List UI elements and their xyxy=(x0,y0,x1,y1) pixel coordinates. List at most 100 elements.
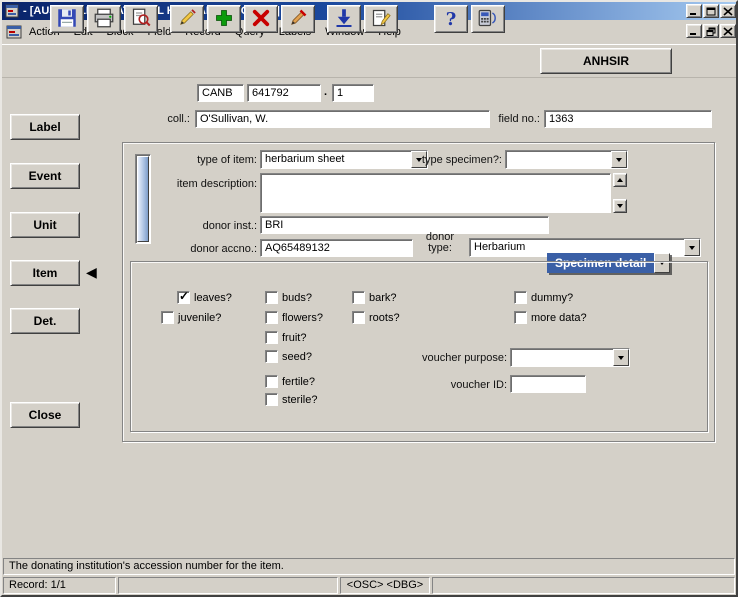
checkbox-label: dummy? xyxy=(531,292,573,304)
help-button[interactable]: ? xyxy=(434,5,468,33)
checkbox-box[interactable] xyxy=(161,311,174,324)
checkbox-bark[interactable]: bark? xyxy=(352,291,397,304)
status-hint: The donating institution's accession num… xyxy=(3,558,735,575)
collector-field[interactable] xyxy=(195,110,490,128)
current-block-arrow-icon: ◀ xyxy=(86,264,97,281)
print-preview-icon xyxy=(131,8,151,31)
checkbox-label: more data? xyxy=(531,312,587,324)
checkbox-box[interactable] xyxy=(265,393,278,406)
type-specimen-combo[interactable] xyxy=(505,150,628,169)
pencil-eraser-icon xyxy=(288,8,308,31)
checkbox-box[interactable] xyxy=(265,311,278,324)
checkbox-box[interactable] xyxy=(265,291,278,304)
donor-type-label-line2: type: xyxy=(415,243,465,254)
label-button[interactable]: Label xyxy=(10,114,80,140)
checkbox-label: flowers? xyxy=(282,312,323,324)
dropdown-arrow-icon[interactable] xyxy=(684,239,700,256)
insert-record-button[interactable] xyxy=(207,5,241,33)
app-window: - [AUSTRALIAN NATIONAL HERBARIUM (CANB)]… xyxy=(0,0,738,597)
item-description-label: item description: xyxy=(122,178,257,190)
scroll-up-button[interactable] xyxy=(613,173,627,187)
checkbox-label: fertile? xyxy=(282,376,315,388)
checkbox-buds[interactable]: buds? xyxy=(265,291,312,304)
checkbox-label: buds? xyxy=(282,292,312,304)
field-no-field[interactable] xyxy=(544,110,712,128)
donor-type-label: donor type: xyxy=(415,232,465,254)
close-form-button[interactable]: Close xyxy=(10,402,80,428)
down-arrow-icon xyxy=(334,8,354,31)
anhsir-button[interactable]: ANHSIR xyxy=(540,48,672,74)
checkbox-box[interactable] xyxy=(352,291,365,304)
checkbox-seed[interactable]: seed? xyxy=(265,350,312,363)
child-minimize-button[interactable] xyxy=(686,24,702,38)
checkbox-label: leaves? xyxy=(194,292,232,304)
print-preview-button[interactable] xyxy=(124,5,158,33)
checkbox-dummy[interactable]: dummy? xyxy=(514,291,573,304)
checkbox-fruit[interactable]: fruit? xyxy=(265,331,306,344)
cancel-query-button[interactable] xyxy=(281,5,315,33)
event-button[interactable]: Event xyxy=(10,163,80,189)
minimize-button[interactable] xyxy=(686,4,702,18)
app-icon xyxy=(5,4,19,18)
checkbox-fertile[interactable]: fertile? xyxy=(265,375,315,388)
down-arrow-icon xyxy=(617,204,623,208)
edit-button[interactable] xyxy=(364,5,398,33)
checkbox-box[interactable] xyxy=(352,311,365,324)
red-x-icon xyxy=(251,8,271,31)
checkbox-box[interactable] xyxy=(265,331,278,344)
voucher-purpose-label: voucher purpose: xyxy=(362,352,507,364)
scroll-down-button[interactable] xyxy=(613,199,627,213)
enter-query-button[interactable] xyxy=(170,5,204,33)
show-keys-button[interactable] xyxy=(471,5,505,33)
child-close-button[interactable] xyxy=(720,24,736,38)
checkbox-sterile[interactable]: sterile? xyxy=(265,393,317,406)
keypad-icon xyxy=(478,8,498,31)
checkbox-box[interactable] xyxy=(514,291,527,304)
item-description-field[interactable] xyxy=(260,173,611,213)
save-button[interactable] xyxy=(50,5,84,33)
close-button[interactable] xyxy=(720,4,736,18)
accession-number-field[interactable] xyxy=(247,84,321,102)
item-button[interactable]: Item xyxy=(10,260,80,286)
checkbox-label: sterile? xyxy=(282,394,317,406)
item-number-field[interactable] xyxy=(332,84,374,102)
checkbox-box[interactable] xyxy=(177,291,190,304)
checkbox-box[interactable] xyxy=(265,350,278,363)
status-panel-empty-2 xyxy=(432,577,735,594)
voucher-purpose-combo[interactable] xyxy=(510,348,630,367)
voucher-purpose-value xyxy=(511,349,613,366)
accession-separator: . xyxy=(324,86,327,98)
herbarium-code-field[interactable] xyxy=(197,84,244,102)
delete-record-button[interactable] xyxy=(244,5,278,33)
det-button[interactable]: Det. xyxy=(10,308,80,334)
execute-query-button[interactable] xyxy=(327,5,361,33)
help-icon: ? xyxy=(446,9,457,30)
checkbox-label: fruit? xyxy=(282,332,306,344)
maximize-button[interactable] xyxy=(703,4,719,18)
checkbox-leaves[interactable]: leaves? xyxy=(177,291,232,304)
donor-accno-field[interactable] xyxy=(260,239,413,257)
up-arrow-icon xyxy=(617,178,623,182)
type-specimen-value xyxy=(506,151,611,168)
checkbox-roots[interactable]: roots? xyxy=(352,311,400,324)
checkbox-juvenile[interactable]: juvenile? xyxy=(161,311,221,324)
checkbox-box[interactable] xyxy=(514,311,527,324)
child-restore-button[interactable] xyxy=(703,24,719,38)
unit-button[interactable]: Unit xyxy=(10,212,80,238)
checkbox-more-data[interactable]: more data? xyxy=(514,311,587,324)
plus-icon xyxy=(214,8,234,31)
checkbox-flowers[interactable]: flowers? xyxy=(265,311,323,324)
donor-inst-field[interactable] xyxy=(260,216,549,234)
child-window-icon[interactable] xyxy=(6,24,22,40)
type-of-item-value: herbarium sheet xyxy=(261,151,411,168)
specimen-detail-group xyxy=(130,261,708,432)
print-button[interactable] xyxy=(87,5,121,33)
edit-icon xyxy=(371,8,391,31)
status-flags: <OSC> <DBG> xyxy=(340,577,430,594)
type-specimen-label: type specimen?: xyxy=(397,154,502,166)
checkbox-box[interactable] xyxy=(265,375,278,388)
voucher-id-field[interactable] xyxy=(510,375,586,393)
dropdown-arrow-icon[interactable] xyxy=(613,349,629,366)
checkbox-label: roots? xyxy=(369,312,400,324)
dropdown-arrow-icon[interactable] xyxy=(611,151,627,168)
